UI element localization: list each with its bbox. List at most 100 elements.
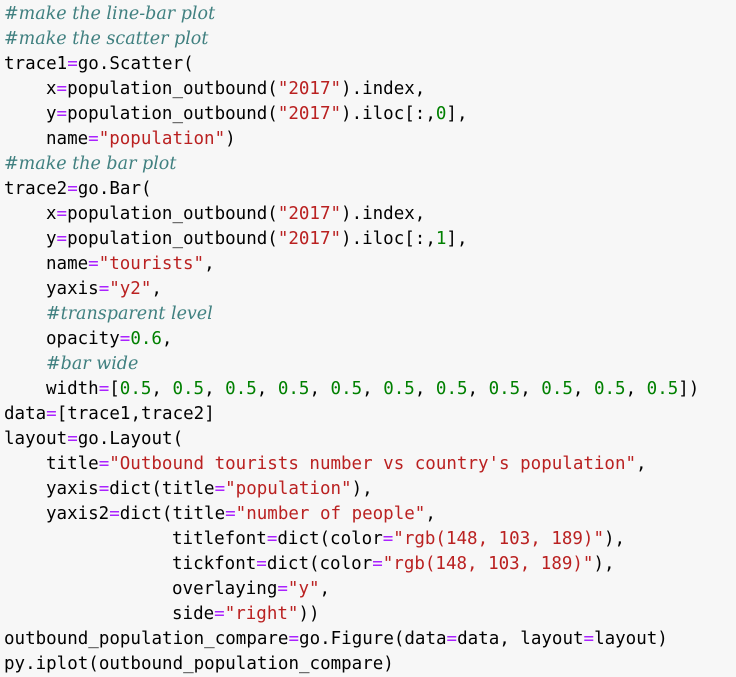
code-line: trace1=go.Scatter(	[0, 52, 736, 77]
code-operator: =	[56, 204, 68, 224]
code-text: x	[46, 204, 57, 224]
code-operator: =	[88, 254, 99, 274]
code-number: 0.5	[541, 379, 573, 399]
code-text: outbound_population_compare	[4, 629, 289, 649]
code-text: ,	[414, 379, 436, 399]
code-text: ],	[446, 104, 468, 124]
code-text: ])	[678, 379, 700, 399]
code-text: dict(color	[266, 554, 373, 574]
code-number: 0.5	[593, 379, 626, 399]
code-text: ,	[625, 379, 647, 399]
code-string: "y"	[287, 579, 320, 599]
code-text: go.Scatter(	[77, 54, 194, 74]
code-text: ,	[161, 329, 173, 349]
code-string: "y2"	[109, 279, 152, 299]
code-string: "2017"	[277, 204, 342, 224]
code-line: #bar wide	[0, 352, 736, 377]
code-string: "rgb(148, 103, 189)"	[382, 554, 594, 574]
code-string: "tourists"	[98, 254, 205, 274]
code-text: ,	[636, 454, 647, 474]
code-operator: =	[256, 554, 267, 574]
code-line: outbound_population_compare=go.Figure(da…	[0, 627, 736, 652]
code-text: y	[46, 104, 57, 124]
code-operator: =	[98, 279, 110, 299]
code-text: yaxis	[46, 479, 99, 499]
code-line: layout=go.Layout(	[0, 427, 736, 452]
code-line: py.iplot(outbound_population_compare)	[0, 652, 736, 677]
code-number: 0.5	[277, 379, 310, 399]
code-operator: =	[67, 429, 78, 449]
code-text: dict(title	[119, 504, 226, 524]
code-comment: #make the bar plot	[4, 154, 177, 174]
code-operator: =	[98, 454, 110, 474]
code-number: 0	[435, 104, 447, 124]
code-text: yaxis2	[46, 504, 110, 524]
code-text: population_outbound(	[67, 204, 278, 224]
code-text: go.Bar(	[77, 179, 152, 199]
code-line: yaxis="y2",	[0, 277, 736, 302]
code-line: #transparent level	[0, 302, 736, 327]
code-text: ).index,	[341, 204, 426, 224]
code-text: title	[46, 454, 99, 474]
code-line: y=population_outbound("2017").iloc[:,0],	[0, 102, 736, 127]
code-line: x=population_outbound("2017").index,	[0, 77, 736, 102]
code-operator: =	[88, 129, 99, 149]
code-line: yaxis=dict(title="population"),	[0, 477, 736, 502]
code-line: overlaying="y",	[0, 577, 736, 602]
code-operator: =	[46, 404, 57, 424]
code-number: 0.5	[119, 379, 152, 399]
code-operator: =	[56, 229, 68, 249]
code-number: 0.5	[383, 379, 415, 399]
code-operator: =	[56, 79, 68, 99]
code-text: x	[46, 79, 57, 99]
code-line: x=population_outbound("2017").index,	[0, 202, 736, 227]
code-text: [	[109, 379, 120, 399]
code-text: ,	[362, 379, 384, 399]
code-line: trace2=go.Bar(	[0, 177, 736, 202]
code-text: population_outbound(	[67, 229, 278, 249]
code-cell[interactable]: #make the line-bar plot #make the scatter…	[0, 0, 736, 677]
code-number: 0.5	[330, 379, 363, 399]
code-text: go.Layout(	[77, 429, 184, 449]
code-string: "rgb(148, 103, 189)"	[393, 529, 604, 549]
code-line: width=[0.5, 0.5, 0.5, 0.5, 0.5, 0.5, 0.5…	[0, 377, 736, 402]
code-string: "right"	[224, 604, 299, 624]
code-text: tickfont	[172, 554, 257, 574]
code-line: yaxis2=dict(title="number of people",	[0, 502, 736, 527]
code-text: data	[4, 404, 47, 424]
code-text: ,	[204, 379, 226, 399]
code-text: layout	[4, 429, 68, 449]
code-text: overlaying	[172, 579, 278, 599]
code-text: data, layout	[457, 629, 584, 649]
code-operator: =	[119, 329, 131, 349]
code-text: layout)	[594, 629, 668, 649]
code-line: #make the scatter plot	[0, 27, 736, 52]
code-text: dict(color	[277, 529, 383, 549]
code-comment: #bar wide	[46, 354, 139, 374]
code-text: trace2	[4, 179, 68, 199]
code-text: titlefont	[172, 529, 267, 549]
code-text: name	[46, 129, 89, 149]
code-operator: =	[382, 529, 394, 549]
code-operator: =	[583, 629, 595, 649]
code-text: ).iloc[:,	[341, 229, 436, 249]
code-text: population_outbound(	[67, 104, 278, 124]
code-text: width	[46, 379, 99, 399]
code-comment: #make the line-bar plot	[4, 4, 216, 24]
code-line: name="population")	[0, 127, 736, 152]
code-text: opacity	[46, 329, 120, 349]
code-operator: =	[288, 629, 300, 649]
code-text: ],	[446, 229, 468, 249]
code-text: y	[46, 229, 57, 249]
code-line: name="tourists",	[0, 252, 736, 277]
code-string: "2017"	[277, 104, 342, 124]
code-operator: =	[98, 479, 110, 499]
code-text: go.Figure(data	[299, 629, 447, 649]
code-line: y=population_outbound("2017").iloc[:,1],	[0, 227, 736, 252]
code-operator: =	[225, 504, 236, 524]
code-operator: =	[372, 554, 383, 574]
code-operator: =	[67, 179, 78, 199]
code-text: py.iplot(outbound_population_compare)	[4, 654, 394, 674]
code-text: ,	[204, 254, 215, 274]
code-text: ).iloc[:,	[341, 104, 436, 124]
